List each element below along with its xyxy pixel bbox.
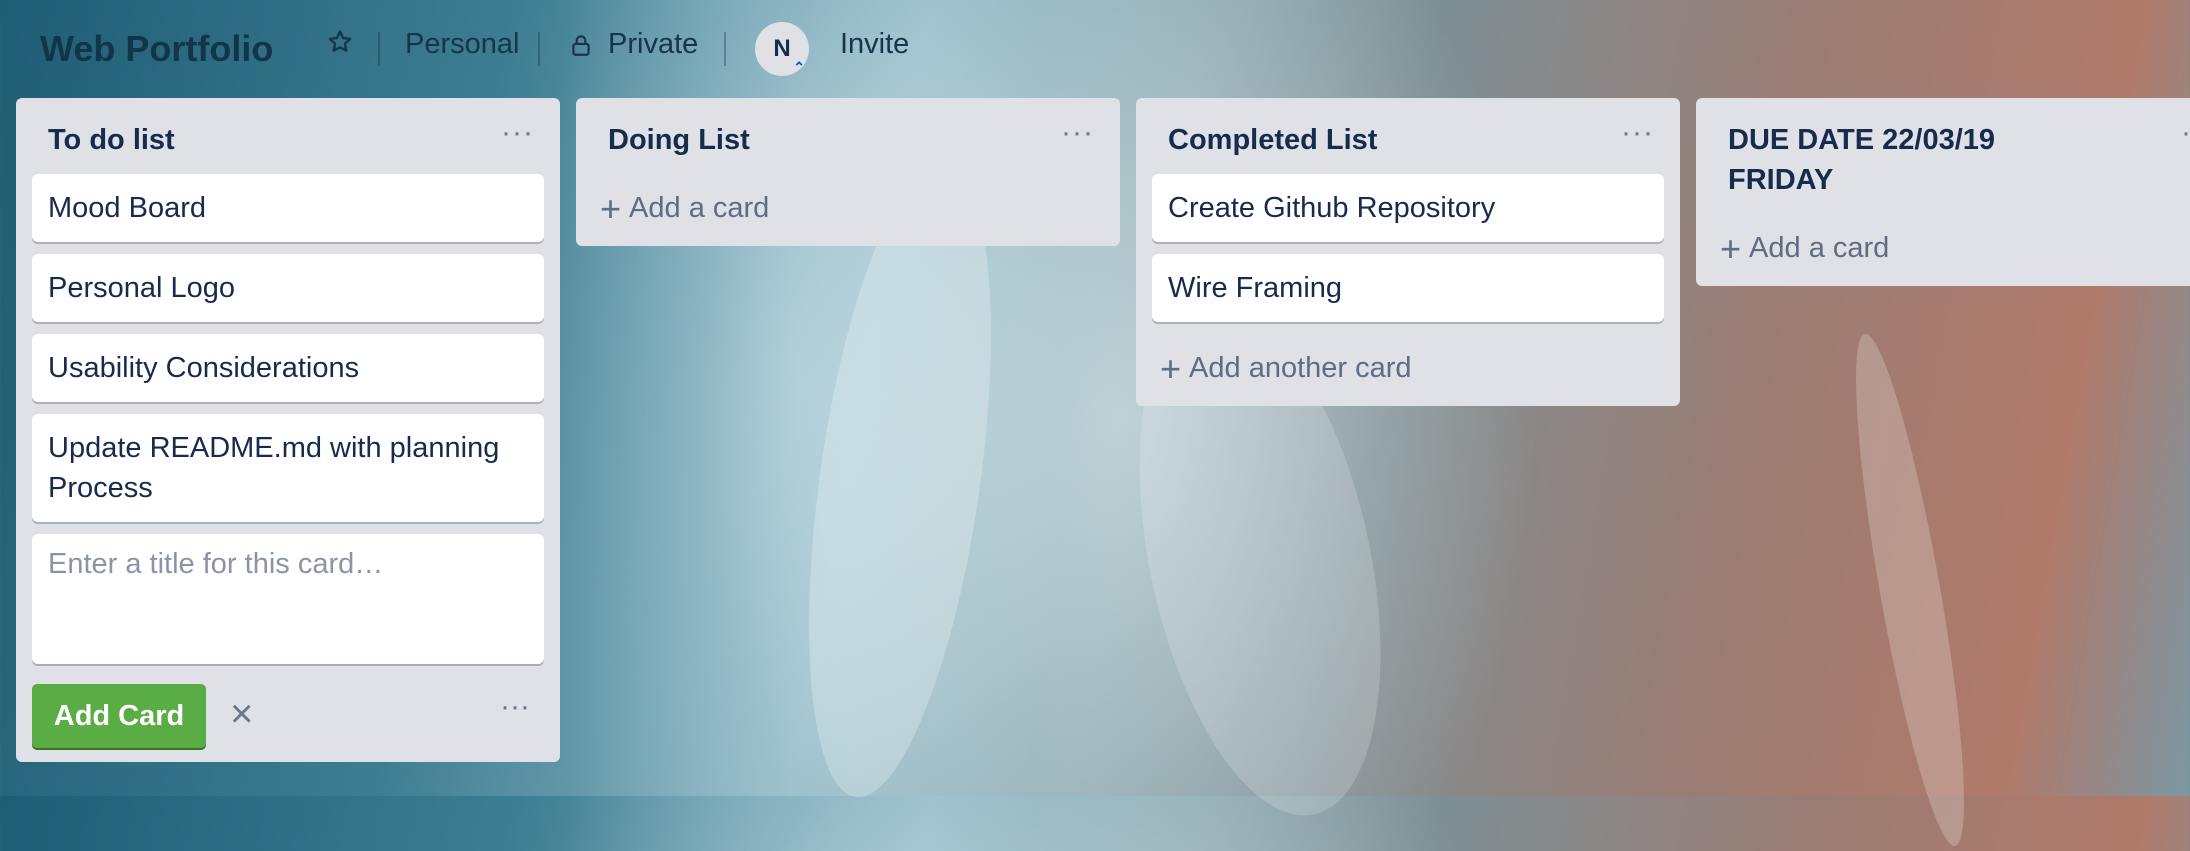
team-button[interactable]: Personal <box>405 28 519 61</box>
invite-button[interactable]: Invite <box>840 28 909 61</box>
card[interactable]: Usability Considerations <box>32 334 544 402</box>
header-divider <box>724 32 726 66</box>
list-menu-icon[interactable]: ··· <box>1061 116 1094 150</box>
plus-icon: + <box>600 187 622 229</box>
star-icon <box>328 30 352 52</box>
header-divider <box>378 32 380 66</box>
card-title-input[interactable] <box>48 548 528 650</box>
list-menu-icon[interactable]: ··· <box>2181 116 2190 150</box>
admin-chevron-icon: ⌃ <box>793 59 805 75</box>
card[interactable]: Personal Logo <box>32 254 544 322</box>
list-title[interactable]: Doing List <box>608 120 750 160</box>
list-menu-icon[interactable]: ··· <box>1621 116 1654 150</box>
visibility-button[interactable]: Private <box>568 28 698 61</box>
list-doing: Doing List ··· + Add a card <box>576 98 1120 246</box>
list-title[interactable]: DUE DATE 22/03/19 FRIDAY <box>1728 120 2088 200</box>
card[interactable]: Update README.md with planning Process <box>32 414 544 522</box>
list-title[interactable]: Completed List <box>1168 120 1377 160</box>
plus-icon: + <box>1160 347 1182 389</box>
add-card-button[interactable]: Add Card <box>32 684 206 748</box>
member-avatar[interactable]: N ⌃ <box>755 22 809 76</box>
add-card-label: Add a card <box>629 192 770 224</box>
list-title[interactable]: To do list <box>48 120 175 160</box>
visibility-label: Private <box>608 28 699 60</box>
header-divider <box>538 32 540 66</box>
lock-icon <box>572 34 590 56</box>
add-card-link[interactable]: + Add another card <box>1160 347 1412 389</box>
card-composer <box>32 534 544 664</box>
board-title[interactable]: Web Portfolio <box>40 28 273 70</box>
add-card-label: Add another card <box>1189 352 1412 384</box>
star-button[interactable] <box>326 28 354 56</box>
plus-icon: + <box>1720 227 1742 269</box>
list-menu-icon[interactable]: ··· <box>501 116 534 150</box>
list-due-date: DUE DATE 22/03/19 FRIDAY ··· + Add a car… <box>1696 98 2190 286</box>
add-card-link[interactable]: + Add a card <box>600 187 770 229</box>
board-header: Web Portfolio Personal Private N ⌃ Invit… <box>0 0 2190 98</box>
invite-label: Invite <box>840 28 910 60</box>
add-card-link[interactable]: + Add a card <box>1720 227 1890 269</box>
list-to-do: To do list ··· Mood Board Personal Logo … <box>16 98 560 762</box>
card[interactable]: Create Github Repository <box>1152 174 1664 242</box>
card[interactable]: Mood Board <box>32 174 544 242</box>
close-icon[interactable]: × <box>230 692 253 737</box>
composer-menu-icon[interactable]: ··· <box>500 690 530 724</box>
add-card-label: Add a card <box>1749 232 1890 264</box>
avatar-initial: N <box>773 35 791 62</box>
list-completed: Completed List ··· Create Github Reposit… <box>1136 98 1680 406</box>
team-label: Personal <box>405 28 520 60</box>
card[interactable]: Wire Framing <box>1152 254 1664 322</box>
